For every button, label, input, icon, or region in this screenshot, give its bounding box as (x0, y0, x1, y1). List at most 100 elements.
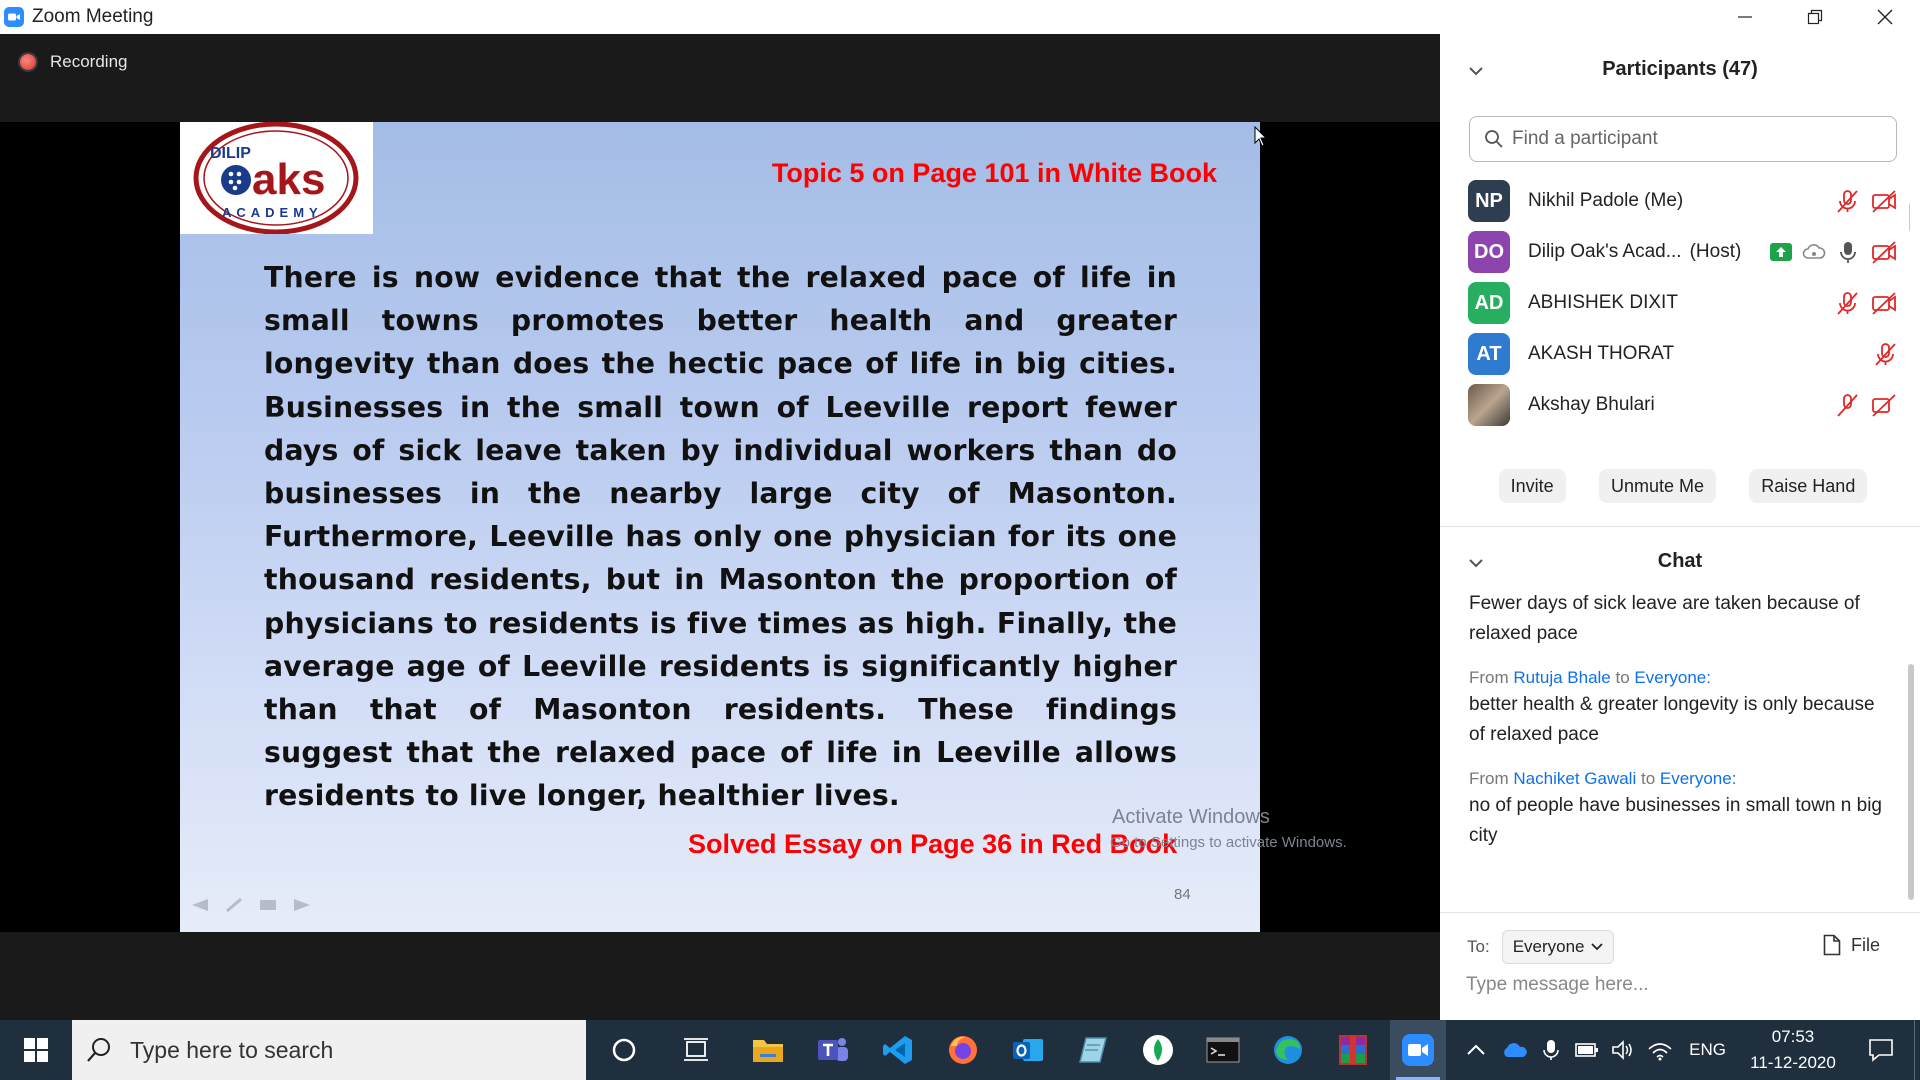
video-off-icon[interactable] (1870, 188, 1898, 214)
taskbar-search[interactable] (72, 1020, 586, 1080)
chat-scrollbar[interactable] (1906, 664, 1916, 914)
search-icon (87, 1038, 110, 1062)
slide-page-number: 84 (1174, 886, 1191, 903)
search-icon (1485, 130, 1503, 148)
close-button[interactable] (1850, 0, 1920, 34)
vscode-taskbar-button[interactable] (870, 1020, 926, 1080)
raise-hand-button[interactable]: Raise Hand (1749, 469, 1868, 503)
composer-divider (1440, 912, 1920, 913)
taskbar-search-input[interactable] (130, 1036, 570, 1064)
microphone-tray-icon[interactable] (1541, 1038, 1561, 1062)
restore-button[interactable] (1780, 0, 1850, 34)
muted-mic-icon[interactable] (1834, 290, 1860, 316)
participant-search-input[interactable] (1512, 128, 1872, 150)
academy-logo: DILIP aks ACADEMY (180, 122, 373, 235)
restore-icon (1807, 9, 1823, 25)
file-button[interactable]: File (1823, 934, 1880, 956)
sender-name[interactable]: Rutuja Bhale (1513, 668, 1610, 687)
video-off-icon[interactable] (1870, 239, 1898, 265)
recipient-name[interactable]: Everyone: (1660, 769, 1737, 788)
zoom-taskbar-button[interactable] (1390, 1020, 1446, 1080)
outlook-taskbar-button[interactable] (1000, 1020, 1056, 1080)
participant-name: AKASH THORAT (1528, 343, 1675, 364)
muted-mic-icon[interactable] (1834, 392, 1860, 418)
close-icon (1877, 9, 1893, 25)
participant-scrollbar[interactable] (1908, 174, 1910, 444)
shared-screen-area: Recording DILIP aks ACADEMY Topic 5 on P… (0, 34, 1440, 1020)
unmute-me-button[interactable]: Unmute Me (1598, 469, 1716, 503)
wifi-icon[interactable] (1647, 1039, 1673, 1061)
chat-header: Chat (1440, 534, 1920, 590)
participant-name: ABHISHEK DIXIT (1528, 292, 1678, 313)
from-label: From (1469, 668, 1509, 687)
zoom-app-icon (4, 7, 24, 27)
cortana-button[interactable] (596, 1020, 652, 1080)
teams-icon (818, 1038, 848, 1061)
participant-scroll-thumb[interactable] (1909, 202, 1910, 232)
edge-taskbar-button[interactable] (1260, 1020, 1316, 1080)
avatar: DO (1468, 231, 1510, 273)
clock-date: 11-12-2020 (1750, 1053, 1836, 1072)
slide-solved-note: Solved Essay on Page 36 in Red Book (688, 829, 1178, 859)
chat-scroll-thumb[interactable] (1908, 664, 1914, 900)
pen-icon[interactable] (224, 897, 244, 913)
task-view-button[interactable] (668, 1020, 724, 1080)
chat-message-input[interactable] (1466, 974, 1886, 996)
cloud-recording-icon (1802, 244, 1826, 259)
minimize-button[interactable] (1710, 0, 1780, 34)
mouse-cursor-icon (1254, 126, 1268, 147)
chat-message-sender: From Nachiket Gawali to Everyone: (1469, 767, 1889, 791)
mic-icon[interactable] (1836, 239, 1860, 265)
volume-icon[interactable] (1611, 1039, 1635, 1061)
chevron-up-icon[interactable] (1465, 1042, 1487, 1058)
sender-name[interactable]: Nachiket Gawali (1513, 769, 1636, 788)
participant-row[interactable]: NP Nikhil Padole (Me) (1468, 176, 1898, 226)
recipient-name[interactable]: Everyone: (1634, 668, 1711, 687)
teams-taskbar-button[interactable] (805, 1020, 861, 1080)
windows-taskbar: ENG 07:53 11-12-2020 (0, 1020, 1920, 1080)
file-explorer-taskbar-button[interactable] (740, 1020, 796, 1080)
participant-search[interactable] (1469, 116, 1897, 162)
slides-menu-icon[interactable] (258, 897, 278, 913)
recording-indicator[interactable]: Recording (20, 52, 128, 72)
show-desktop-button[interactable] (1914, 1020, 1920, 1080)
edge-icon (1274, 1036, 1302, 1064)
participant-list: NP Nikhil Padole (Me) DO Dilip Oak's Aca… (1440, 174, 1910, 444)
onedrive-icon[interactable] (1501, 1040, 1529, 1060)
from-label: From (1469, 769, 1509, 788)
recipient-dropdown[interactable]: Everyone (1501, 930, 1614, 964)
participant-row[interactable]: AT AKASH THORAT (1468, 329, 1898, 379)
winrar-taskbar-button[interactable] (1325, 1020, 1381, 1080)
terminal-taskbar-button[interactable] (1195, 1020, 1251, 1080)
activate-windows-subtitle: Go to Settings to activate Windows. (1110, 834, 1347, 851)
video-off-icon[interactable] (1870, 392, 1898, 418)
language-indicator[interactable]: ENG (1689, 1040, 1726, 1060)
previous-slide-icon[interactable] (190, 897, 210, 913)
zoom-window: { "window": {"title": "Zoom Meeting"}, "… (0, 0, 1920, 1080)
start-button[interactable] (8, 1020, 64, 1080)
battery-icon[interactable] (1575, 1041, 1599, 1059)
participant-row[interactable]: DO Dilip Oak's Acad... (Host) (1468, 227, 1898, 277)
recipient-value: Everyone (1512, 937, 1585, 956)
window-title: Zoom Meeting (32, 6, 154, 27)
task-view-icon (684, 1038, 708, 1061)
chat-message: Fewer days of sick leave are taken becau… (1469, 589, 1889, 649)
host-badge: (Host) (1689, 241, 1742, 262)
participant-row[interactable]: AD ABHISHEK DIXIT (1468, 278, 1898, 328)
app-taskbar-button[interactable] (1130, 1020, 1186, 1080)
chat-message: From Rutuja Bhale to Everyone: better he… (1469, 666, 1889, 750)
next-slide-icon[interactable] (292, 897, 312, 913)
notifications-button[interactable] (1848, 1020, 1914, 1080)
clock[interactable]: 07:53 11-12-2020 (1738, 1024, 1848, 1076)
firefox-taskbar-button[interactable] (935, 1020, 991, 1080)
file-button-label: File (1850, 934, 1880, 955)
avatar: AT (1468, 333, 1510, 375)
muted-mic-icon[interactable] (1872, 341, 1898, 367)
recording-label: Recording (50, 52, 128, 71)
invite-button[interactable]: Invite (1498, 469, 1566, 503)
muted-mic-icon[interactable] (1834, 188, 1860, 214)
video-off-icon[interactable] (1870, 290, 1898, 316)
notepad-taskbar-button[interactable] (1065, 1020, 1121, 1080)
participant-row[interactable]: Akshay Bhulari (1468, 380, 1898, 430)
notification-icon (1869, 1039, 1893, 1062)
